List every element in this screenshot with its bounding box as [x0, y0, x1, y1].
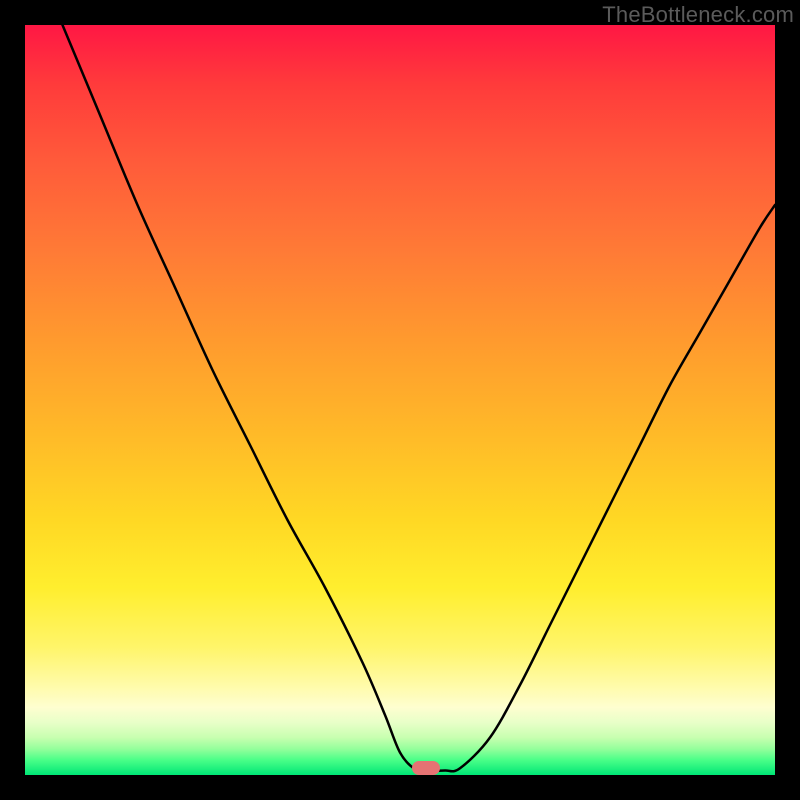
plot-area — [25, 25, 775, 775]
optimal-point-marker — [412, 761, 440, 775]
chart-frame: TheBottleneck.com — [0, 0, 800, 800]
curve-path — [63, 25, 776, 771]
bottleneck-curve — [25, 25, 775, 775]
